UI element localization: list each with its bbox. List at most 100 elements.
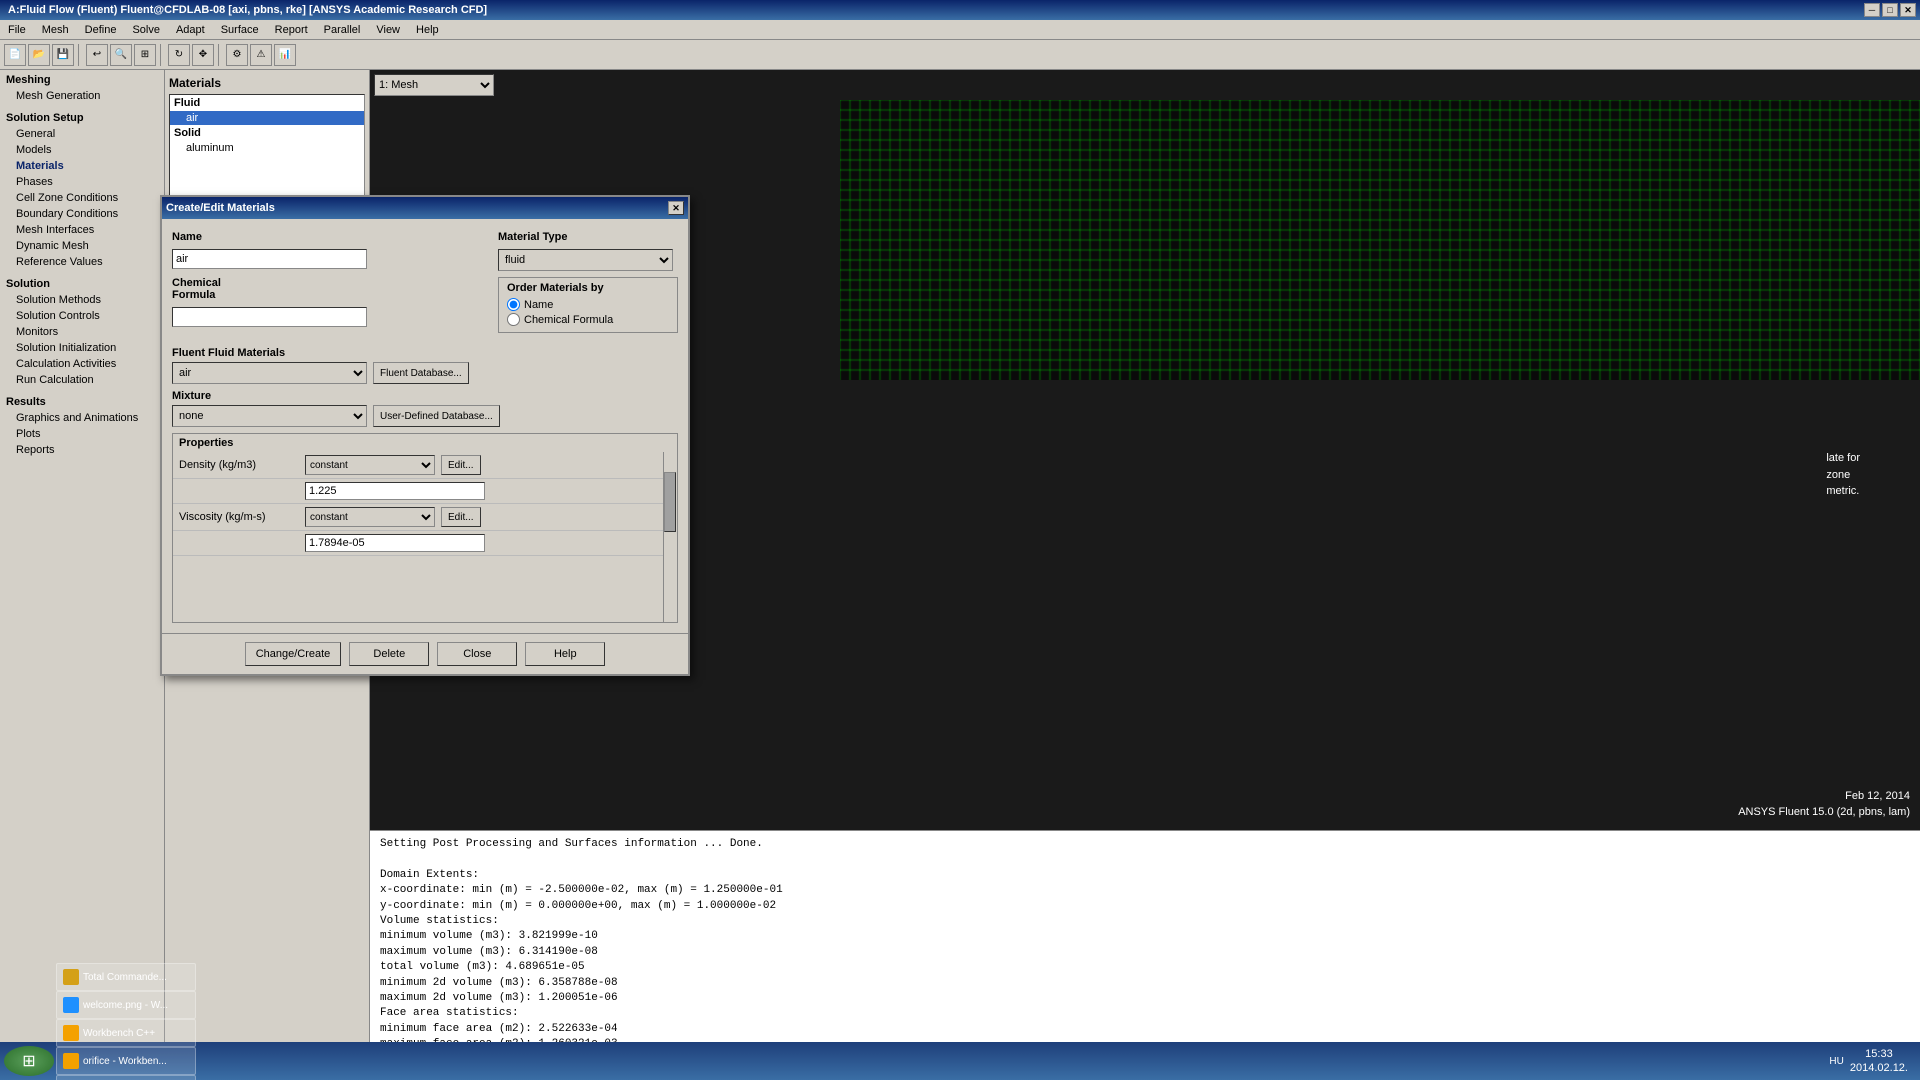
menu-report[interactable]: Report: [271, 23, 312, 37]
dialog-close-button[interactable]: ✕: [668, 201, 684, 215]
name-input[interactable]: [172, 249, 367, 269]
taskbar-item-label: Workbench C++: [83, 1028, 155, 1039]
menu-parallel[interactable]: Parallel: [320, 23, 365, 37]
nav-general[interactable]: General: [0, 126, 164, 142]
nav-solution-controls[interactable]: Solution Controls: [0, 308, 164, 324]
order-materials-group: Order Materials by Name Chemical Formula: [498, 277, 678, 333]
info-version: ANSYS Fluent 15.0 (2d, pbns, lam): [1738, 805, 1910, 820]
left-panel: Meshing Mesh Generation Solution Setup G…: [0, 70, 165, 1080]
tb-fit[interactable]: ⊞: [134, 44, 156, 66]
nav-mesh-generation[interactable]: Mesh Generation: [0, 88, 164, 104]
nav-materials[interactable]: Materials: [0, 158, 164, 174]
tb-pan[interactable]: ✥: [192, 44, 214, 66]
nav-reference[interactable]: Reference Values: [0, 254, 164, 270]
tb-warning[interactable]: ⚠: [250, 44, 272, 66]
fluent-fluid-select[interactable]: air: [172, 362, 367, 384]
nav-cell-zones[interactable]: Cell Zone Conditions: [0, 190, 164, 206]
menu-mesh[interactable]: Mesh: [38, 23, 73, 37]
taskbar-item[interactable]: Total Commande...: [56, 963, 196, 991]
taskbar-item[interactable]: Modells_turb.png...: [56, 1075, 196, 1080]
tb-sep2: [160, 44, 164, 66]
nav-monitors[interactable]: Monitors: [0, 324, 164, 340]
tb-zoom[interactable]: 🔍: [110, 44, 132, 66]
dialog-top-section: Name Chemical Formula: [172, 229, 678, 339]
info-date: Feb 12, 2014: [1738, 789, 1910, 804]
title-bar: A:Fluid Flow (Fluent) Fluent@CFDLAB-08 […: [0, 0, 1920, 20]
nav-mesh-interfaces[interactable]: Mesh Interfaces: [0, 222, 164, 238]
tb-new[interactable]: 📄: [4, 44, 26, 66]
taskbar-item[interactable]: Workbench C++: [56, 1019, 196, 1047]
window-title: A:Fluid Flow (Fluent) Fluent@CFDLAB-08 […: [4, 4, 487, 16]
tb-settings[interactable]: ⚙: [226, 44, 248, 66]
menu-view[interactable]: View: [372, 23, 404, 37]
properties-scrollbar[interactable]: [663, 452, 677, 622]
left-form: Name Chemical Formula: [172, 229, 488, 339]
partial-text-line1: late for: [1826, 450, 1860, 467]
menu-help[interactable]: Help: [412, 23, 443, 37]
close-window-button[interactable]: ✕: [1900, 3, 1916, 17]
order-chemical-radio[interactable]: [507, 313, 520, 326]
nav-init[interactable]: Solution Initialization: [0, 340, 164, 356]
minimize-button[interactable]: ─: [1864, 3, 1880, 17]
delete-button[interactable]: Delete: [349, 642, 429, 666]
nav-run-calc[interactable]: Run Calculation: [0, 372, 164, 388]
nav-plots[interactable]: Plots: [0, 426, 164, 442]
mesh-canvas: [840, 100, 1920, 380]
viscosity-edit-button[interactable]: Edit...: [441, 507, 481, 527]
density-value-input[interactable]: [305, 482, 485, 500]
tb-chart[interactable]: 📊: [274, 44, 296, 66]
close-button[interactable]: Close: [437, 642, 517, 666]
console-line: Domain Extents:: [380, 868, 1910, 883]
taskbar-item[interactable]: welcome.png - W...: [56, 991, 196, 1019]
menu-solve[interactable]: Solve: [128, 23, 164, 37]
density-method-select[interactable]: constant ideal-gas: [305, 455, 435, 475]
maximize-button[interactable]: □: [1882, 3, 1898, 17]
nav-phases[interactable]: Phases: [0, 174, 164, 190]
nav-solution-methods[interactable]: Solution Methods: [0, 292, 164, 308]
tb-undo[interactable]: ↩: [86, 44, 108, 66]
nav-models[interactable]: Models: [0, 142, 164, 158]
section-meshing: Meshing: [0, 70, 164, 88]
nav-boundary[interactable]: Boundary Conditions: [0, 206, 164, 222]
tb-open[interactable]: 📂: [28, 44, 50, 66]
mixture-select[interactable]: none: [172, 405, 367, 427]
material-type-select[interactable]: fluid solid mixture: [498, 249, 673, 271]
viscosity-value-input[interactable]: [305, 534, 485, 552]
menu-file[interactable]: File: [4, 23, 30, 37]
menu-bar: File Mesh Define Solve Adapt Surface Report Par…: [0, 20, 1920, 40]
nav-calc-activities[interactable]: Calculation Activities: [0, 356, 164, 372]
taskbar-item[interactable]: orifice - Workben...: [56, 1047, 196, 1075]
density-edit-button[interactable]: Edit...: [441, 455, 481, 475]
viscosity-method-select[interactable]: constant sutherland: [305, 507, 435, 527]
properties-scroll-thumb[interactable]: [664, 472, 676, 532]
taskbar-item-label: Total Commande...: [83, 972, 167, 983]
menu-surface[interactable]: Surface: [217, 23, 263, 37]
nav-dynamic-mesh[interactable]: Dynamic Mesh: [0, 238, 164, 254]
name-row: Name: [172, 229, 488, 243]
menu-define[interactable]: Define: [81, 23, 121, 37]
section-results: Results: [0, 392, 164, 410]
help-button[interactable]: Help: [525, 642, 605, 666]
nav-reports[interactable]: Reports: [0, 442, 164, 458]
console-line: maximum 2d volume (m3): 1.200051e-06: [380, 991, 1910, 1006]
mesh-dropdown[interactable]: 1: Mesh: [374, 74, 494, 96]
start-button[interactable]: ⊞: [4, 1046, 54, 1076]
fluent-database-button[interactable]: Fluent Database...: [373, 362, 469, 384]
console-line: [380, 852, 1910, 867]
tb-save[interactable]: 💾: [52, 44, 74, 66]
menu-adapt[interactable]: Adapt: [172, 23, 209, 37]
console-line: Volume statistics:: [380, 914, 1910, 929]
mat-item-aluminum[interactable]: aluminum: [170, 141, 364, 155]
order-chemical-label: Chemical Formula: [524, 314, 613, 326]
tb-rotate[interactable]: ↻: [168, 44, 190, 66]
mat-item-air[interactable]: air: [170, 111, 364, 125]
change-create-button[interactable]: Change/Create: [245, 642, 342, 666]
chemical-formula-input[interactable]: [172, 307, 367, 327]
order-name-radio[interactable]: [507, 298, 520, 311]
properties-scroll[interactable]: Density (kg/m3) constant ideal-gas Edit.…: [173, 452, 677, 622]
tb-sep3: [218, 44, 222, 66]
materials-title: Materials: [169, 74, 365, 94]
console-line: minimum 2d volume (m3): 6.358788e-08: [380, 976, 1910, 991]
user-defined-database-button[interactable]: User-Defined Database...: [373, 405, 500, 427]
nav-graphics[interactable]: Graphics and Animations: [0, 410, 164, 426]
